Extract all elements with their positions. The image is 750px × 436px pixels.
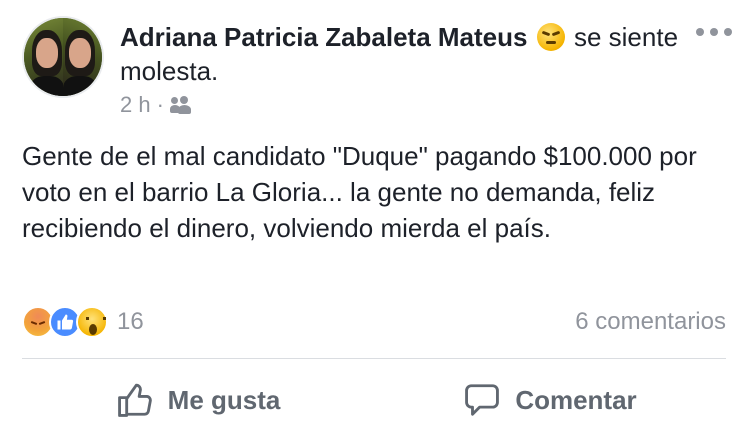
avatar[interactable] bbox=[22, 16, 104, 98]
comment-button[interactable]: Comentar bbox=[374, 370, 726, 430]
wow-reaction-icon[interactable] bbox=[76, 306, 108, 338]
post-header: Adriana Patricia Zabaleta Mateus se sien… bbox=[22, 16, 732, 118]
feeling-prefix: se bbox=[573, 22, 602, 52]
divider bbox=[22, 358, 726, 359]
comment-button-label: Comentar bbox=[515, 384, 637, 415]
like-button[interactable]: Me gusta bbox=[22, 370, 374, 430]
post-body: Gente de el mal candidato "Duque" pagand… bbox=[22, 141, 697, 243]
comments-count[interactable]: 6 comentarios bbox=[575, 308, 726, 336]
thumbs-up-icon bbox=[117, 383, 152, 417]
comment-bubble-icon bbox=[465, 384, 500, 416]
post-meta: 2 h · bbox=[120, 92, 192, 118]
angry-face-emoji-icon bbox=[536, 23, 565, 51]
reactions-row: 16 6 comentarios bbox=[22, 302, 726, 342]
post-timestamp[interactable]: 2 h bbox=[120, 92, 151, 118]
reaction-count[interactable]: 16 bbox=[117, 308, 144, 336]
post-actions: Me gusta Comentar bbox=[22, 370, 726, 430]
more-options-icon[interactable] bbox=[696, 28, 732, 38]
meta-separator: · bbox=[156, 92, 164, 117]
friends-icon[interactable] bbox=[169, 96, 192, 114]
like-button-label: Me gusta bbox=[167, 384, 281, 415]
author-name[interactable]: Adriana Patricia Zabaleta Mateus bbox=[120, 22, 527, 52]
header-text: Adriana Patricia Zabaleta Mateus se sien… bbox=[120, 20, 680, 88]
